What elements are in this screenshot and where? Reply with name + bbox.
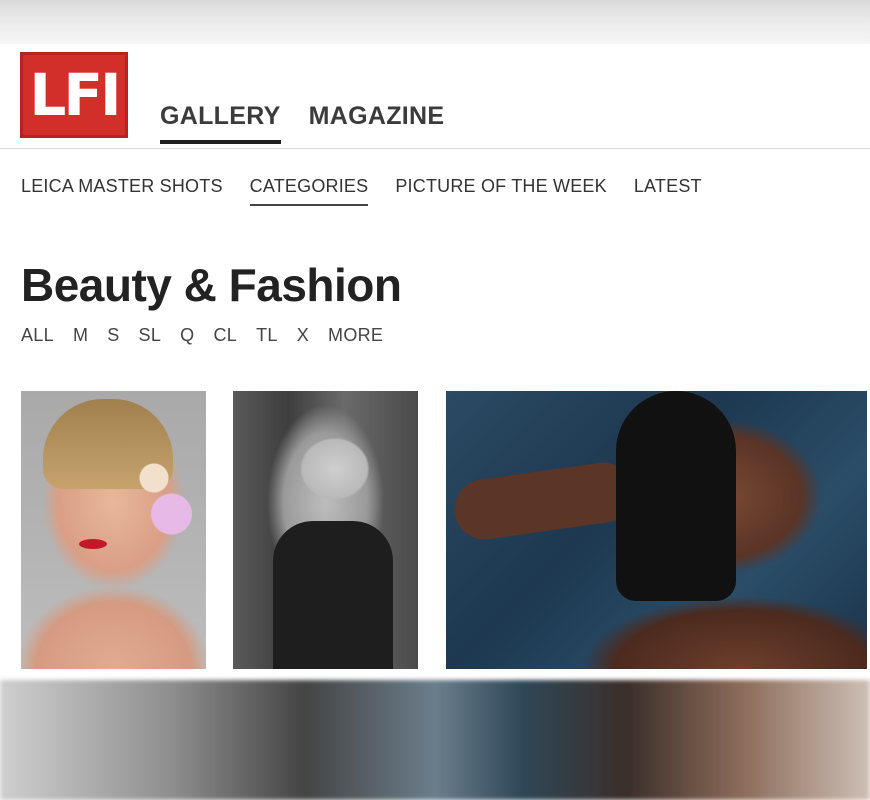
page-title: Beauty & Fashion	[21, 259, 402, 311]
photo-detail-flowers	[133, 451, 203, 541]
filter-q[interactable]: Q	[180, 325, 194, 346]
filter-tl[interactable]: TL	[256, 325, 278, 346]
gallery-photo[interactable]	[21, 391, 206, 669]
photo-gallery	[0, 391, 870, 670]
site-header: LFI GALLERY MAGAZINE	[0, 44, 870, 149]
filter-all[interactable]: ALL	[21, 325, 54, 346]
gallery-photo[interactable]	[233, 391, 418, 669]
sub-nav-picture-of-the-week[interactable]: PICTURE OF THE WEEK	[395, 176, 607, 205]
photo-detail-lips	[79, 539, 107, 549]
sub-nav-leica-master-shots[interactable]: LEICA MASTER SHOTS	[21, 176, 223, 205]
photo-detail-hair	[616, 391, 736, 601]
sub-nav-categories[interactable]: CATEGORIES	[249, 176, 369, 206]
photo-detail-shirt	[273, 521, 393, 669]
sub-nav-latest[interactable]: LATEST	[634, 176, 702, 205]
filter-more[interactable]: MORE	[328, 325, 383, 346]
lfi-logo[interactable]: LFI	[20, 52, 128, 138]
top-blur-strip	[0, 0, 870, 44]
main-nav: GALLERY MAGAZINE	[160, 102, 445, 144]
photo-detail-arm	[450, 458, 638, 544]
main-nav-magazine[interactable]: MAGAZINE	[309, 102, 445, 141]
camera-filter-bar: ALL M S SL Q CL TL X MORE	[21, 325, 383, 346]
bottom-blur-strip	[0, 680, 870, 800]
main-nav-gallery[interactable]: GALLERY	[160, 102, 281, 144]
gallery-photo[interactable]	[446, 391, 867, 669]
filter-cl[interactable]: CL	[213, 325, 237, 346]
filter-sl[interactable]: SL	[139, 325, 162, 346]
filter-s[interactable]: S	[107, 325, 119, 346]
filter-m[interactable]: M	[73, 325, 88, 346]
sub-nav: LEICA MASTER SHOTS CATEGORIES PICTURE OF…	[21, 176, 702, 206]
filter-x[interactable]: X	[297, 325, 309, 346]
